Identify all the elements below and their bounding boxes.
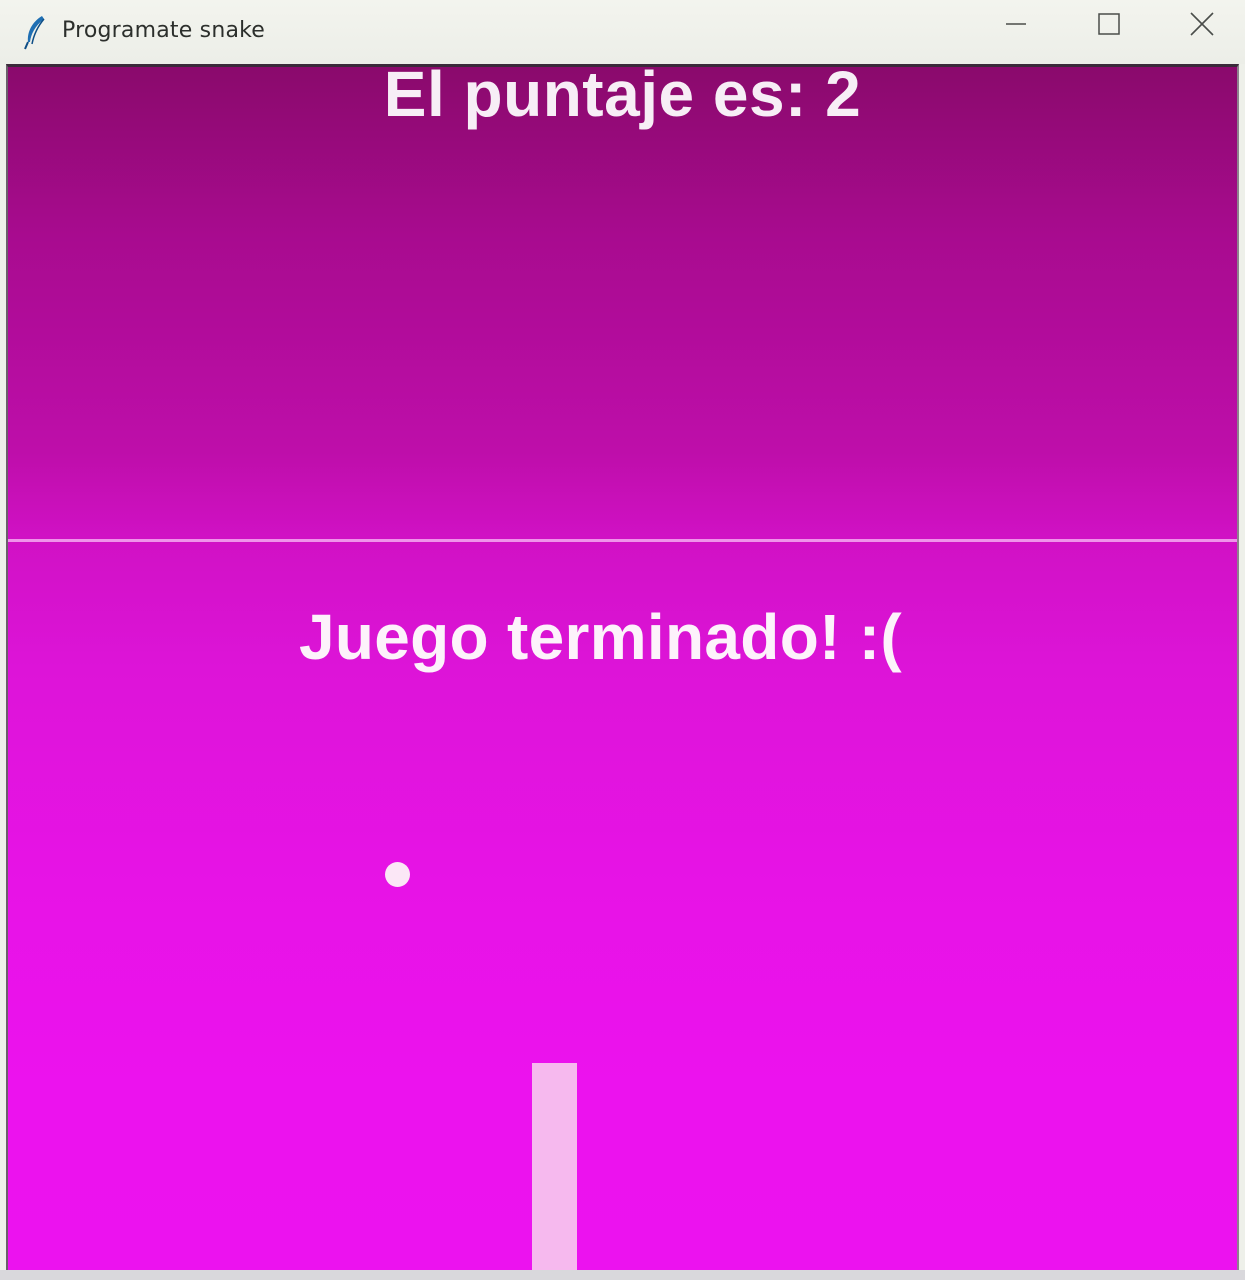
app-window: Programate snake El puntaje es: 2 Juego …: [0, 0, 1245, 1280]
maximize-icon: [1097, 12, 1121, 41]
title-bar[interactable]: Programate snake: [0, 0, 1245, 64]
score-label: El puntaje es: 2: [383, 64, 862, 130]
food-dot: [385, 862, 410, 887]
field-divider: [8, 539, 1237, 542]
window-title: Programate snake: [62, 18, 266, 43]
game-canvas[interactable]: El puntaje es: 2 Juego terminado! :(: [6, 64, 1239, 1270]
minimize-icon: [1004, 12, 1028, 41]
close-icon: [1189, 11, 1215, 42]
close-button[interactable]: [1156, 0, 1245, 52]
snake-segment: [532, 1063, 577, 1270]
game-over-message: Juego terminado! :(: [298, 601, 903, 673]
feather-icon: [22, 14, 48, 50]
window-bottom-edge: [0, 1270, 1245, 1280]
minimize-button[interactable]: [970, 0, 1062, 52]
maximize-button[interactable]: [1063, 0, 1155, 52]
